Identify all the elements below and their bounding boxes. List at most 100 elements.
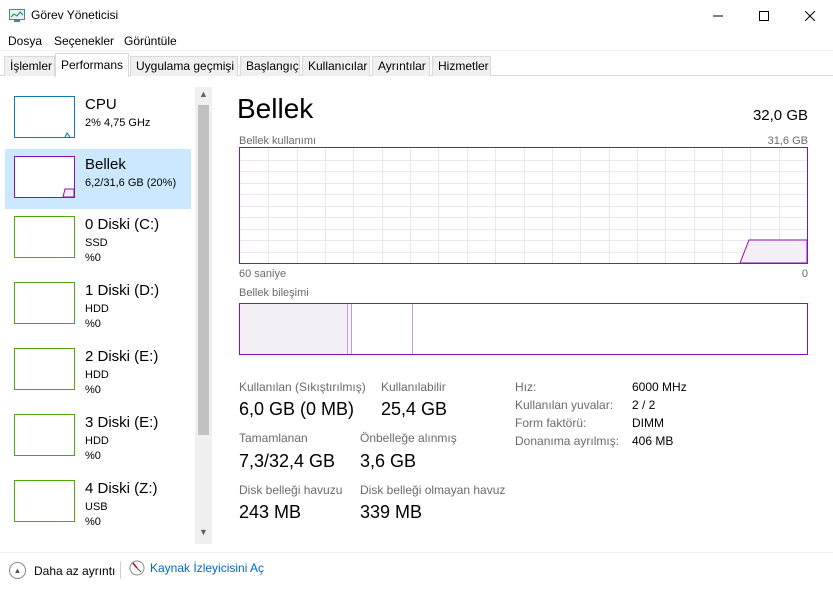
sidebar-item-detail: 2% 4,75 GHz [85, 117, 151, 129]
memory-thumbnail-graph [14, 156, 75, 198]
memory-usage-area [739, 239, 807, 263]
non-paged-pool-label: Disk belleği olmayan havuz [360, 483, 506, 497]
spec-reserved-label: Donanıma ayrılmış: [515, 434, 620, 448]
memory-usage-graph [239, 147, 808, 264]
tab-users[interactable]: Kullanıcılar [302, 56, 370, 76]
spec-speed-value: 6000 MHz [632, 380, 687, 394]
spec-form-factor-value: DIMM [632, 416, 664, 430]
window-title: Görev Yöneticisi [31, 8, 119, 22]
graph-axis-left: 60 saniye [239, 268, 287, 280]
menu-file[interactable]: Dosya [8, 34, 42, 48]
tab-app-history[interactable]: Uygulama geçmişi [130, 56, 238, 76]
sidebar-item-disk-3[interactable]: 3 Diski (E:) HDD %0 [5, 407, 191, 467]
composition-in-use[interactable] [240, 304, 348, 354]
resource-monitor-label: Kaynak İzleyicisini Aç [150, 561, 265, 575]
composition-modified[interactable] [349, 304, 352, 354]
sidebar-item-cpu[interactable]: CPU 2% 4,75 GHz [5, 89, 191, 149]
sidebar-item-title: Bellek [85, 156, 126, 173]
memory-total: 32,0 GB [752, 107, 808, 124]
sidebar-item-disk-2[interactable]: 2 Diski (E:) HDD %0 [5, 341, 191, 401]
resource-monitor-icon [129, 560, 145, 576]
menu-bar: Dosya Seçenekler Görüntüle [0, 31, 833, 51]
open-resource-monitor-link[interactable]: Kaynak İzleyicisini Aç [129, 560, 264, 576]
spec-form-factor-label: Form faktörü: [515, 416, 587, 430]
graph-axis-right: 0 [801, 268, 808, 280]
menu-options[interactable]: Seçenekler [54, 34, 114, 48]
scroll-up-icon[interactable]: ▲ [195, 89, 212, 99]
cached-value: 3,6 GB [360, 451, 417, 471]
sidebar-item-detail: 6,2/31,6 GB (20%) [85, 177, 177, 189]
footer-bar: ▲ Daha az ayrıntı Kaynak İzleyicisini Aç [0, 552, 833, 593]
spec-slots-value: 2 / 2 [632, 398, 656, 412]
usage-graph-max: 31,6 GB [767, 135, 808, 147]
maximize-icon [759, 10, 769, 21]
composition-free[interactable] [414, 304, 807, 354]
sidebar-item-usage: %0 [85, 516, 101, 528]
sidebar-item-memory[interactable]: Bellek 6,2/31,6 GB (20%) [5, 149, 191, 209]
close-button[interactable] [787, 0, 833, 31]
sidebar-item-type: HDD [85, 369, 109, 381]
sidebar-item-type: USB [85, 501, 108, 513]
sidebar-item-disk-1[interactable]: 1 Diski (D:) HDD %0 [5, 275, 191, 335]
minimize-icon [713, 15, 723, 16]
composition-label: Bellek bileşimi [239, 287, 309, 299]
usage-graph-label: Bellek kullanımı [239, 135, 317, 147]
spec-reserved-value: 406 MB [632, 434, 674, 448]
committed-value: 7,3/32,4 GB [239, 451, 336, 471]
memory-usage-plot [240, 148, 807, 263]
disk-thumbnail-graph [14, 216, 75, 258]
sidebar-item-type: HDD [85, 303, 109, 315]
spec-slots-label: Kullanılan yuvalar: [515, 398, 614, 412]
tab-startup[interactable]: Başlangıç [240, 56, 300, 76]
sidebar-item-title: 4 Diski (Z:) [85, 480, 158, 497]
page-title: Bellek [237, 93, 314, 124]
sidebar-item-type: HDD [85, 435, 109, 447]
in-use-value: 6,0 GB (0 MB) [239, 399, 355, 419]
sidebar-item-title: 2 Diski (E:) [85, 348, 159, 365]
non-paged-pool-value: 339 MB [360, 502, 423, 522]
close-icon [805, 10, 815, 21]
sidebar-item-usage: %0 [85, 252, 101, 264]
disk-thumbnail-graph [14, 282, 75, 324]
menu-view[interactable]: Görüntüle [124, 34, 177, 48]
tab-processes[interactable]: İşlemler [4, 56, 55, 76]
footer-separator [120, 561, 121, 579]
available-value: 25,4 GB [381, 399, 448, 419]
task-manager-icon [9, 9, 25, 22]
sidebar-item-usage: %0 [85, 450, 101, 462]
committed-label: Tamamlanan [239, 431, 308, 445]
minimize-button[interactable] [695, 0, 741, 31]
fewer-details-button[interactable]: ▲ Daha az ayrıntı [9, 562, 115, 579]
performance-sidebar: CPU 2% 4,75 GHz Bellek 6,2/31,6 GB (20%)… [0, 87, 195, 542]
spec-speed-label: Hız: [515, 380, 537, 394]
composition-standby[interactable] [353, 304, 413, 354]
paged-pool-value: 243 MB [239, 502, 302, 522]
tab-strip: İşlemler Performans Uygulama geçmişi Baş… [0, 52, 833, 77]
tab-details[interactable]: Ayrıntılar [372, 56, 430, 76]
cached-label: Önbelleğe alınmış [360, 431, 457, 445]
sidebar-item-title: 1 Diski (D:) [85, 282, 160, 299]
title-bar: Görev Yöneticisi [0, 0, 833, 31]
sidebar-item-disk-0[interactable]: 0 Diski (C:) SSD %0 [5, 209, 191, 269]
fewer-details-label: Daha az ayrıntı [34, 563, 116, 578]
tab-performance[interactable]: Performans [55, 53, 129, 77]
memory-composition-bar [239, 303, 808, 355]
sidebar-scrollbar[interactable]: ▲ ▼ [195, 87, 212, 544]
tab-services[interactable]: Hizmetler [432, 56, 491, 76]
sidebar-item-title: 3 Diski (E:) [85, 414, 159, 431]
in-use-label: Kullanılan (Sıkıştırılmış) [239, 380, 366, 394]
paged-pool-label: Disk belleği havuzu [239, 483, 343, 497]
sidebar-item-type: SSD [85, 237, 108, 249]
chevron-up-icon: ▲ [9, 562, 26, 579]
disk-thumbnail-graph [14, 348, 75, 390]
sidebar-item-title: 0 Diski (C:) [85, 216, 160, 233]
disk-thumbnail-graph [14, 480, 75, 522]
sidebar-item-title: CPU [85, 96, 117, 113]
scroll-down-icon[interactable]: ▼ [195, 527, 212, 537]
sidebar-item-disk-4[interactable]: 4 Diski (Z:) USB %0 [5, 473, 191, 533]
sidebar-item-usage: %0 [85, 384, 101, 396]
scrollbar-thumb[interactable] [198, 105, 209, 435]
disk-thumbnail-graph [14, 414, 75, 456]
cpu-thumbnail-graph [14, 96, 75, 138]
maximize-button[interactable] [741, 0, 787, 31]
